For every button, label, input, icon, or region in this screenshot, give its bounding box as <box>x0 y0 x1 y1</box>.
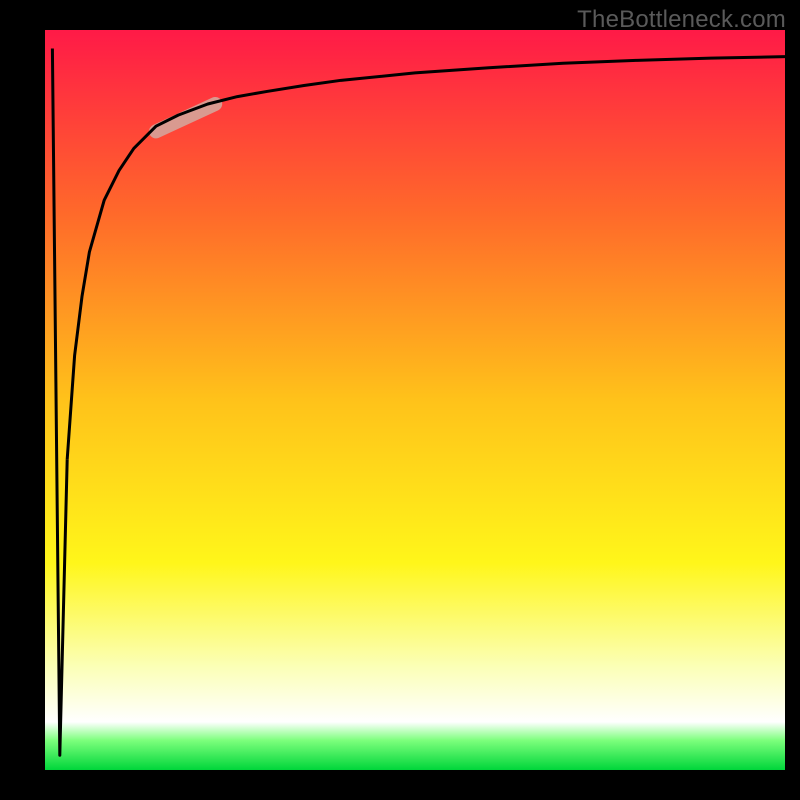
plot-area-gradient <box>45 30 785 770</box>
chart-stage: TheBottleneck.com <box>0 0 800 800</box>
chart-svg <box>0 0 800 800</box>
watermark-text: TheBottleneck.com <box>577 6 786 34</box>
